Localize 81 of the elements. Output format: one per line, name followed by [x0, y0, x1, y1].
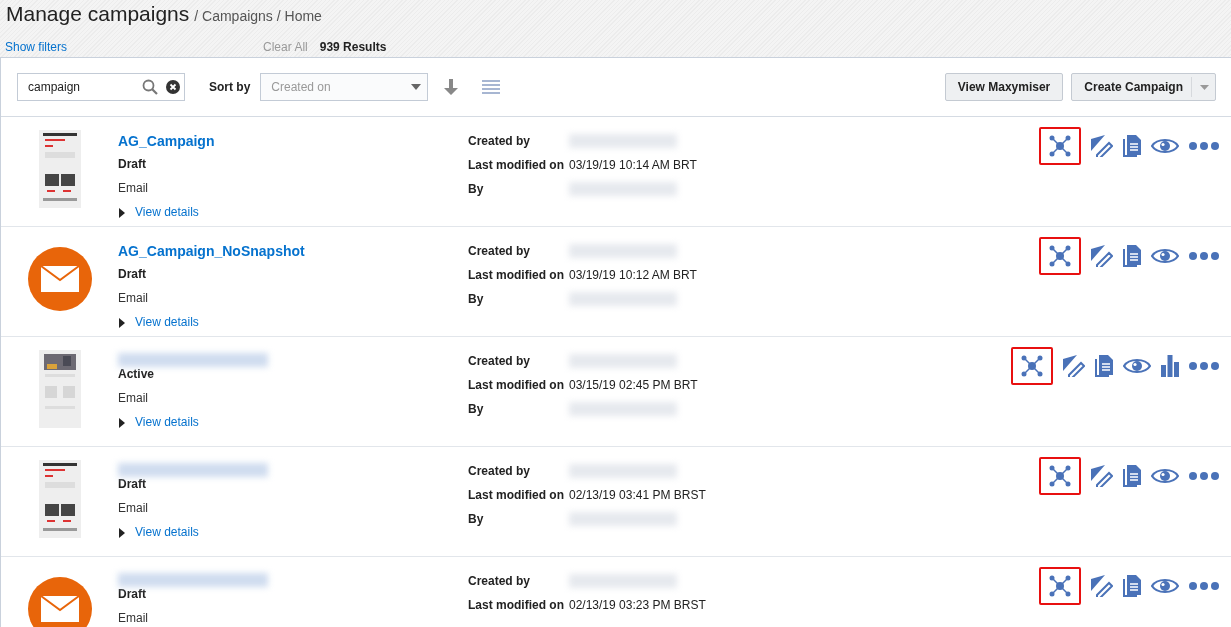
field-label: Created by [468, 574, 532, 588]
view-details-link[interactable]: View details [135, 205, 199, 219]
campaign-status: Draft [118, 587, 147, 603]
field-label: Last modified on [468, 158, 565, 172]
network-icon[interactable] [1049, 245, 1071, 267]
field-label: Last modified on [468, 378, 565, 392]
field-label: Last modified on [468, 598, 565, 612]
view-details-link[interactable]: View details [135, 315, 199, 329]
copy-icon[interactable] [1123, 465, 1141, 487]
campaign-status: Draft [118, 477, 147, 493]
view-details-link[interactable]: View details [135, 525, 199, 539]
field-label: Created by [468, 464, 532, 478]
clear-icon[interactable] [166, 80, 180, 94]
bar-chart-icon[interactable] [1161, 355, 1179, 377]
network-icon[interactable] [1021, 355, 1043, 377]
field-label: Created by [468, 134, 532, 148]
caret-icon[interactable] [1200, 84, 1209, 90]
sort-direction-icon[interactable] [444, 79, 459, 95]
show-filters-link[interactable]: Show filters [5, 40, 68, 54]
more-icon[interactable] [1189, 472, 1219, 480]
sort-label: Sort by [209, 80, 251, 94]
network-icon[interactable] [1049, 575, 1071, 597]
edit-icon[interactable] [1091, 245, 1113, 267]
clear-all-link[interactable]: Clear All [263, 40, 308, 54]
edit-icon[interactable] [1091, 465, 1113, 487]
copy-icon[interactable] [1095, 355, 1113, 377]
campaign-name-link[interactable]: AG_Campaign_NoSnapshot [118, 243, 468, 267]
more-icon[interactable] [1189, 362, 1219, 370]
eye-icon[interactable] [1151, 247, 1179, 265]
campaign-type: Email [118, 291, 149, 307]
more-icon[interactable] [1189, 142, 1219, 150]
search-field[interactable]: campaign [17, 73, 185, 101]
copy-icon[interactable] [1123, 245, 1141, 267]
network-icon[interactable] [1049, 135, 1071, 157]
campaign-name-link[interactable]: AG_Campaign [118, 133, 468, 157]
copy-icon[interactable] [1123, 575, 1141, 597]
edit-icon[interactable] [1091, 135, 1113, 157]
field-label: Created by [468, 354, 532, 368]
expand-caret-icon[interactable] [119, 528, 125, 538]
modified-date: 03/15/19 02:45 PM BRT [569, 378, 698, 392]
caret-icon [411, 84, 422, 90]
campaign-type: Email [118, 611, 149, 627]
field-label: By [468, 292, 485, 306]
campaign-status: Draft [118, 157, 147, 173]
campaign-status: Active [118, 367, 156, 383]
eye-icon[interactable] [1123, 357, 1151, 375]
campaign-type: Email [118, 501, 149, 517]
eye-icon[interactable] [1151, 577, 1179, 595]
field-label: Last modified on [468, 268, 565, 282]
create-campaign-button[interactable]: Create Campaign [1071, 73, 1216, 101]
modified-date: 02/13/19 03:41 PM BRST [569, 488, 706, 502]
campaign-status: Draft [118, 267, 147, 283]
view-maxymiser-button[interactable]: View Maxymiser [944, 73, 1064, 101]
more-icon[interactable] [1189, 252, 1219, 260]
breadcrumb: / Campaigns / Home [194, 8, 322, 24]
modified-date: 03/19/19 10:14 AM BRT [569, 158, 697, 172]
field-label: Last modified on [468, 488, 565, 502]
sort-dropdown[interactable]: Created on [260, 73, 429, 101]
modified-date: 03/19/19 10:12 AM BRT [569, 268, 697, 282]
eye-icon[interactable] [1151, 467, 1179, 485]
copy-icon[interactable] [1123, 135, 1141, 157]
envelope-icon [27, 247, 92, 311]
expand-caret-icon[interactable] [119, 208, 125, 218]
field-label: By [468, 512, 485, 526]
network-icon[interactable] [1049, 465, 1071, 487]
field-label: By [468, 402, 485, 416]
field-label: By [468, 182, 485, 196]
eye-icon[interactable] [1151, 137, 1179, 155]
edit-icon[interactable] [1063, 355, 1085, 377]
field-label: Created by [468, 244, 532, 258]
modified-date: 02/13/19 03:23 PM BRST [569, 598, 706, 612]
more-icon[interactable] [1189, 582, 1219, 590]
search-icon[interactable] [142, 79, 158, 95]
page-title: Manage campaigns [6, 2, 190, 26]
edit-icon[interactable] [1091, 575, 1113, 597]
campaign-type: Email [118, 391, 149, 407]
view-details-link[interactable]: View details [135, 415, 199, 429]
campaign-type: Email [118, 181, 149, 197]
expand-caret-icon[interactable] [119, 418, 125, 428]
expand-caret-icon[interactable] [119, 318, 125, 328]
results-count: 939 Results [319, 40, 387, 54]
